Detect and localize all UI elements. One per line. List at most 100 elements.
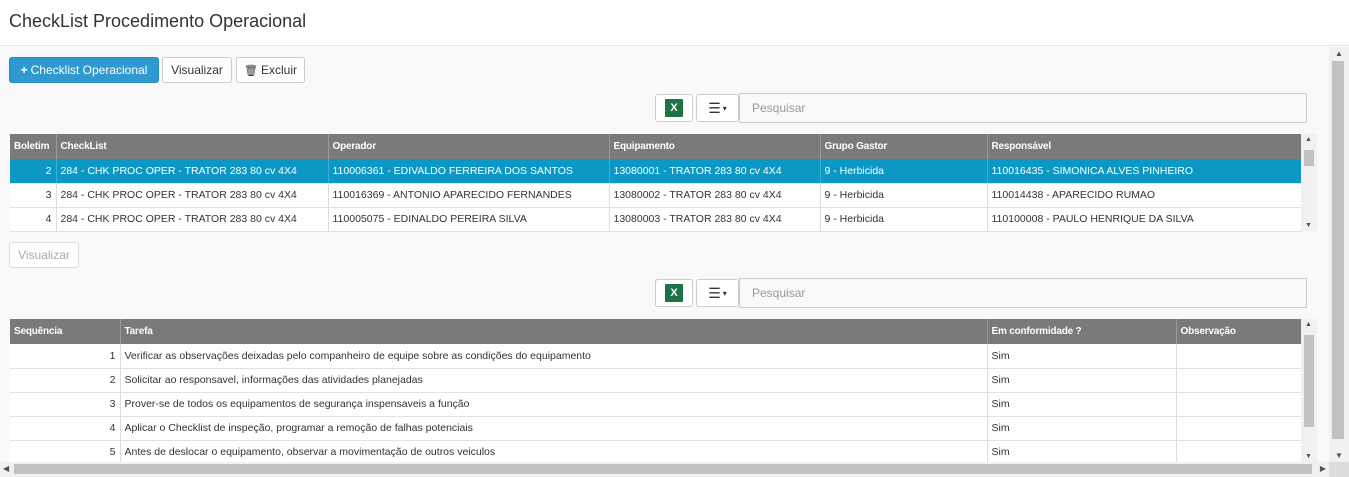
- cell-sequencia: 2: [10, 368, 121, 393]
- excel-icon: X: [665, 284, 683, 302]
- table-row[interactable]: 1 Verificar as observações deixadas pelo…: [10, 344, 1302, 369]
- cell-conformidade: Sim: [987, 416, 1177, 441]
- cell-sequencia: 5: [10, 440, 121, 465]
- page-header: CheckList Procedimento Operacional: [0, 0, 1349, 46]
- table-header-row: Boletim CheckList Operador Equipamento G…: [10, 134, 1302, 159]
- cell-equipamento: 13080002 - TRATOR 283 80 cv 4X4: [609, 183, 821, 208]
- view-button[interactable]: Visualizar: [162, 57, 232, 83]
- column-header-responsavel[interactable]: Responsável: [987, 134, 1302, 159]
- cell-operador: 110006361 - EDIVALDO FERREIRA DOS SANTOS: [328, 159, 610, 184]
- column-header-boletim[interactable]: Boletim: [10, 134, 57, 159]
- cell-conformidade: Sim: [987, 440, 1177, 465]
- scroll-up-icon[interactable]: ▲: [1305, 136, 1312, 143]
- main-content: + Checklist Operacional Visualizar 🗑 Exc…: [0, 47, 1329, 465]
- page-horizontal-scrollbar[interactable]: ◀ ▶: [0, 462, 1329, 477]
- cell-tarefa: Prover-se de todos os equipamentos de se…: [120, 392, 988, 417]
- cell-conformidade: Sim: [987, 368, 1177, 393]
- scroll-thumb[interactable]: [1304, 335, 1314, 427]
- cell-observacao: [1176, 416, 1302, 441]
- column-header-sequencia[interactable]: Sequência: [10, 319, 121, 344]
- cell-observacao: [1176, 440, 1302, 465]
- cell-operador: 110005075 - EDINALDO PEREIRA SILVA: [328, 207, 610, 232]
- excel-icon: X: [665, 99, 683, 117]
- scroll-right-icon[interactable]: ▶: [1320, 464, 1326, 473]
- scrollbar-corner: [1329, 462, 1349, 477]
- table-row[interactable]: 4 284 - CHK PROC OPER - TRATOR 283 80 cv…: [10, 207, 1302, 232]
- column-header-conformidade[interactable]: Em conformidade ?: [987, 319, 1177, 344]
- cell-checklist: 284 - CHK PROC OPER - TRATOR 283 80 cv 4…: [56, 207, 329, 232]
- cell-sequencia: 4: [10, 416, 121, 441]
- chevron-down-icon: ▾: [722, 103, 727, 113]
- column-selector-button[interactable]: ☰ ▾: [696, 94, 739, 122]
- page-title: CheckList Procedimento Operacional: [9, 11, 307, 31]
- table-scrollbar[interactable]: ▲ ▼: [1301, 134, 1317, 231]
- chevron-down-icon: ▾: [722, 288, 727, 298]
- scroll-thumb[interactable]: [14, 464, 1312, 474]
- table-row[interactable]: 3 Prover-se de todos os equipamentos de …: [10, 392, 1302, 417]
- cell-boletim: 3: [10, 183, 57, 208]
- delete-button[interactable]: 🗑 Excluir: [236, 57, 305, 83]
- cell-tarefa: Aplicar o Checklist de inspeção, program…: [120, 416, 988, 441]
- search-input[interactable]: Pesquisar: [739, 278, 1307, 308]
- boletim-table: Boletim CheckList Operador Equipamento G…: [10, 134, 1302, 232]
- table-row[interactable]: 2 284 - CHK PROC OPER - TRATOR 283 80 cv…: [10, 159, 1302, 184]
- column-selector-button[interactable]: ☰ ▾: [696, 279, 739, 307]
- cell-checklist: 284 - CHK PROC OPER - TRATOR 283 80 cv 4…: [56, 183, 329, 208]
- scroll-down-icon[interactable]: ▼: [1305, 453, 1312, 460]
- scroll-thumb[interactable]: [1332, 61, 1344, 439]
- cell-sequencia: 1: [10, 344, 121, 369]
- cell-observacao: [1176, 368, 1302, 393]
- table-row[interactable]: 5 Antes de deslocar o equipamento, obser…: [10, 440, 1302, 465]
- plus-icon: +: [20, 63, 28, 77]
- cell-sequencia: 3: [10, 392, 121, 417]
- cell-boletim: 4: [10, 207, 57, 232]
- cell-grupo-gastor: 9 - Herbicida: [820, 159, 988, 184]
- cell-observacao: [1176, 344, 1302, 369]
- cell-grupo-gastor: 9 - Herbicida: [820, 207, 988, 232]
- scroll-thumb[interactable]: [1304, 150, 1314, 166]
- scroll-up-icon[interactable]: ▲: [1305, 321, 1312, 328]
- cell-equipamento: 13080003 - TRATOR 283 80 cv 4X4: [609, 207, 821, 232]
- add-checklist-button[interactable]: + Checklist Operacional: [9, 57, 159, 83]
- column-header-grupo-gastor[interactable]: Grupo Gastor: [820, 134, 988, 159]
- column-header-tarefa[interactable]: Tarefa: [120, 319, 988, 344]
- delete-label: Excluir: [260, 63, 297, 77]
- cell-grupo-gastor: 9 - Herbicida: [820, 183, 988, 208]
- list-icon: ☰: [708, 99, 721, 116]
- cell-operador: 110016369 - ANTONIO APARECIDO FERNANDES: [328, 183, 610, 208]
- table-row[interactable]: 3 284 - CHK PROC OPER - TRATOR 283 80 cv…: [10, 183, 1302, 208]
- scroll-left-icon[interactable]: ◀: [3, 464, 9, 473]
- export-excel-button[interactable]: X: [655, 94, 693, 122]
- cell-conformidade: Sim: [987, 344, 1177, 369]
- scroll-up-icon[interactable]: ▲: [1335, 49, 1343, 58]
- table-row[interactable]: 4 Aplicar o Checklist de inspeção, progr…: [10, 416, 1302, 441]
- cell-responsavel: 110100008 - PAULO HENRIQUE DA SILVA: [987, 207, 1302, 232]
- column-header-operador[interactable]: Operador: [328, 134, 610, 159]
- detail-view-button[interactable]: Visualizar: [9, 242, 79, 268]
- add-checklist-label: Checklist Operacional: [30, 63, 148, 77]
- table-scrollbar[interactable]: ▲ ▼: [1301, 319, 1317, 462]
- export-excel-button[interactable]: X: [655, 279, 693, 307]
- cell-boletim: 2: [10, 159, 57, 184]
- cell-observacao: [1176, 392, 1302, 417]
- cell-checklist: 284 - CHK PROC OPER - TRATOR 283 80 cv 4…: [56, 159, 329, 184]
- cell-responsavel: 110016435 - SIMONICA ALVES PINHEIRO: [987, 159, 1302, 184]
- scroll-down-icon[interactable]: ▼: [1305, 222, 1312, 229]
- cell-tarefa: Verificar as observações deixadas pelo c…: [120, 344, 988, 369]
- trash-icon: 🗑: [244, 64, 258, 77]
- search-input[interactable]: Pesquisar: [739, 93, 1307, 123]
- column-header-equipamento[interactable]: Equipamento: [609, 134, 821, 159]
- table-row[interactable]: 2 Solicitar ao responsavel, informações …: [10, 368, 1302, 393]
- column-header-checklist[interactable]: CheckList: [56, 134, 329, 159]
- cell-tarefa: Antes de deslocar o equipamento, observa…: [120, 440, 988, 465]
- cell-tarefa: Solicitar ao responsavel, informações da…: [120, 368, 988, 393]
- scroll-down-icon[interactable]: ▼: [1335, 451, 1343, 460]
- tasks-table: Sequência Tarefa Em conformidade ? Obser…: [10, 319, 1302, 465]
- cell-equipamento: 13080001 - TRATOR 283 80 cv 4X4: [609, 159, 821, 184]
- cell-responsavel: 110014438 - APARECIDO RUMAO: [987, 183, 1302, 208]
- page-vertical-scrollbar[interactable]: ▲ ▼: [1329, 47, 1349, 462]
- column-header-observacao[interactable]: Observação: [1176, 319, 1302, 344]
- list-icon: ☰: [708, 284, 721, 301]
- table-header-row: Sequência Tarefa Em conformidade ? Obser…: [10, 319, 1302, 344]
- cell-conformidade: Sim: [987, 392, 1177, 417]
